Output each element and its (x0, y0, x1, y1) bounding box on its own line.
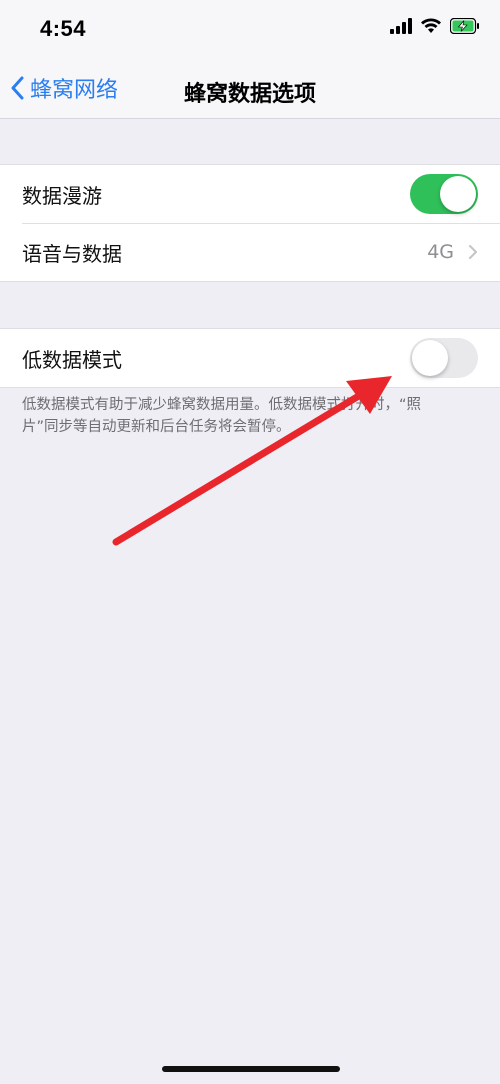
nav-bar: 蜂窝网络 蜂窝数据选项 (0, 62, 500, 119)
voice-data-label: 语音与数据 (22, 241, 122, 266)
status-icons (390, 18, 480, 34)
data-roaming-label: 数据漫游 (22, 183, 102, 208)
settings-group-roaming: 数据漫游 语音与数据 4G (0, 164, 500, 282)
home-indicator[interactable] (162, 1066, 340, 1072)
status-bar: 4:54 (0, 0, 500, 62)
low-data-mode-toggle[interactable] (410, 338, 478, 378)
data-roaming-toggle[interactable] (410, 174, 478, 214)
annotation-arrow-icon (112, 376, 392, 546)
row-data-roaming: 数据漫游 (0, 165, 500, 223)
page-title: 蜂窝数据选项 (183, 82, 316, 107)
row-voice-data[interactable]: 语音与数据 4G (0, 223, 500, 281)
toggle-knob (412, 340, 448, 376)
wifi-icon (421, 18, 441, 33)
low-data-mode-label: 低数据模式 (22, 347, 122, 372)
footnote-line-1: 低数据模式有助于减少蜂窝数据用量。低数据模式打开时，“照 (22, 397, 422, 413)
toggle-knob (440, 176, 476, 212)
voice-data-value: 4G (427, 241, 454, 263)
cellular-signal-icon (390, 18, 412, 34)
battery-charging-icon (450, 18, 479, 34)
status-time: 4:54 (40, 16, 87, 41)
footnote-line-2: 片”同步等自动更新和后台任务将会暂停。 (22, 419, 291, 435)
low-data-mode-footnote: 低数据模式有助于减少蜂窝数据用量。低数据模式打开时，“照 片”同步等自动更新和后… (22, 394, 482, 438)
row-low-data-mode: 低数据模式 (0, 329, 500, 387)
settings-group-low-data: 低数据模式 (0, 328, 500, 388)
chevron-right-icon (469, 245, 477, 259)
